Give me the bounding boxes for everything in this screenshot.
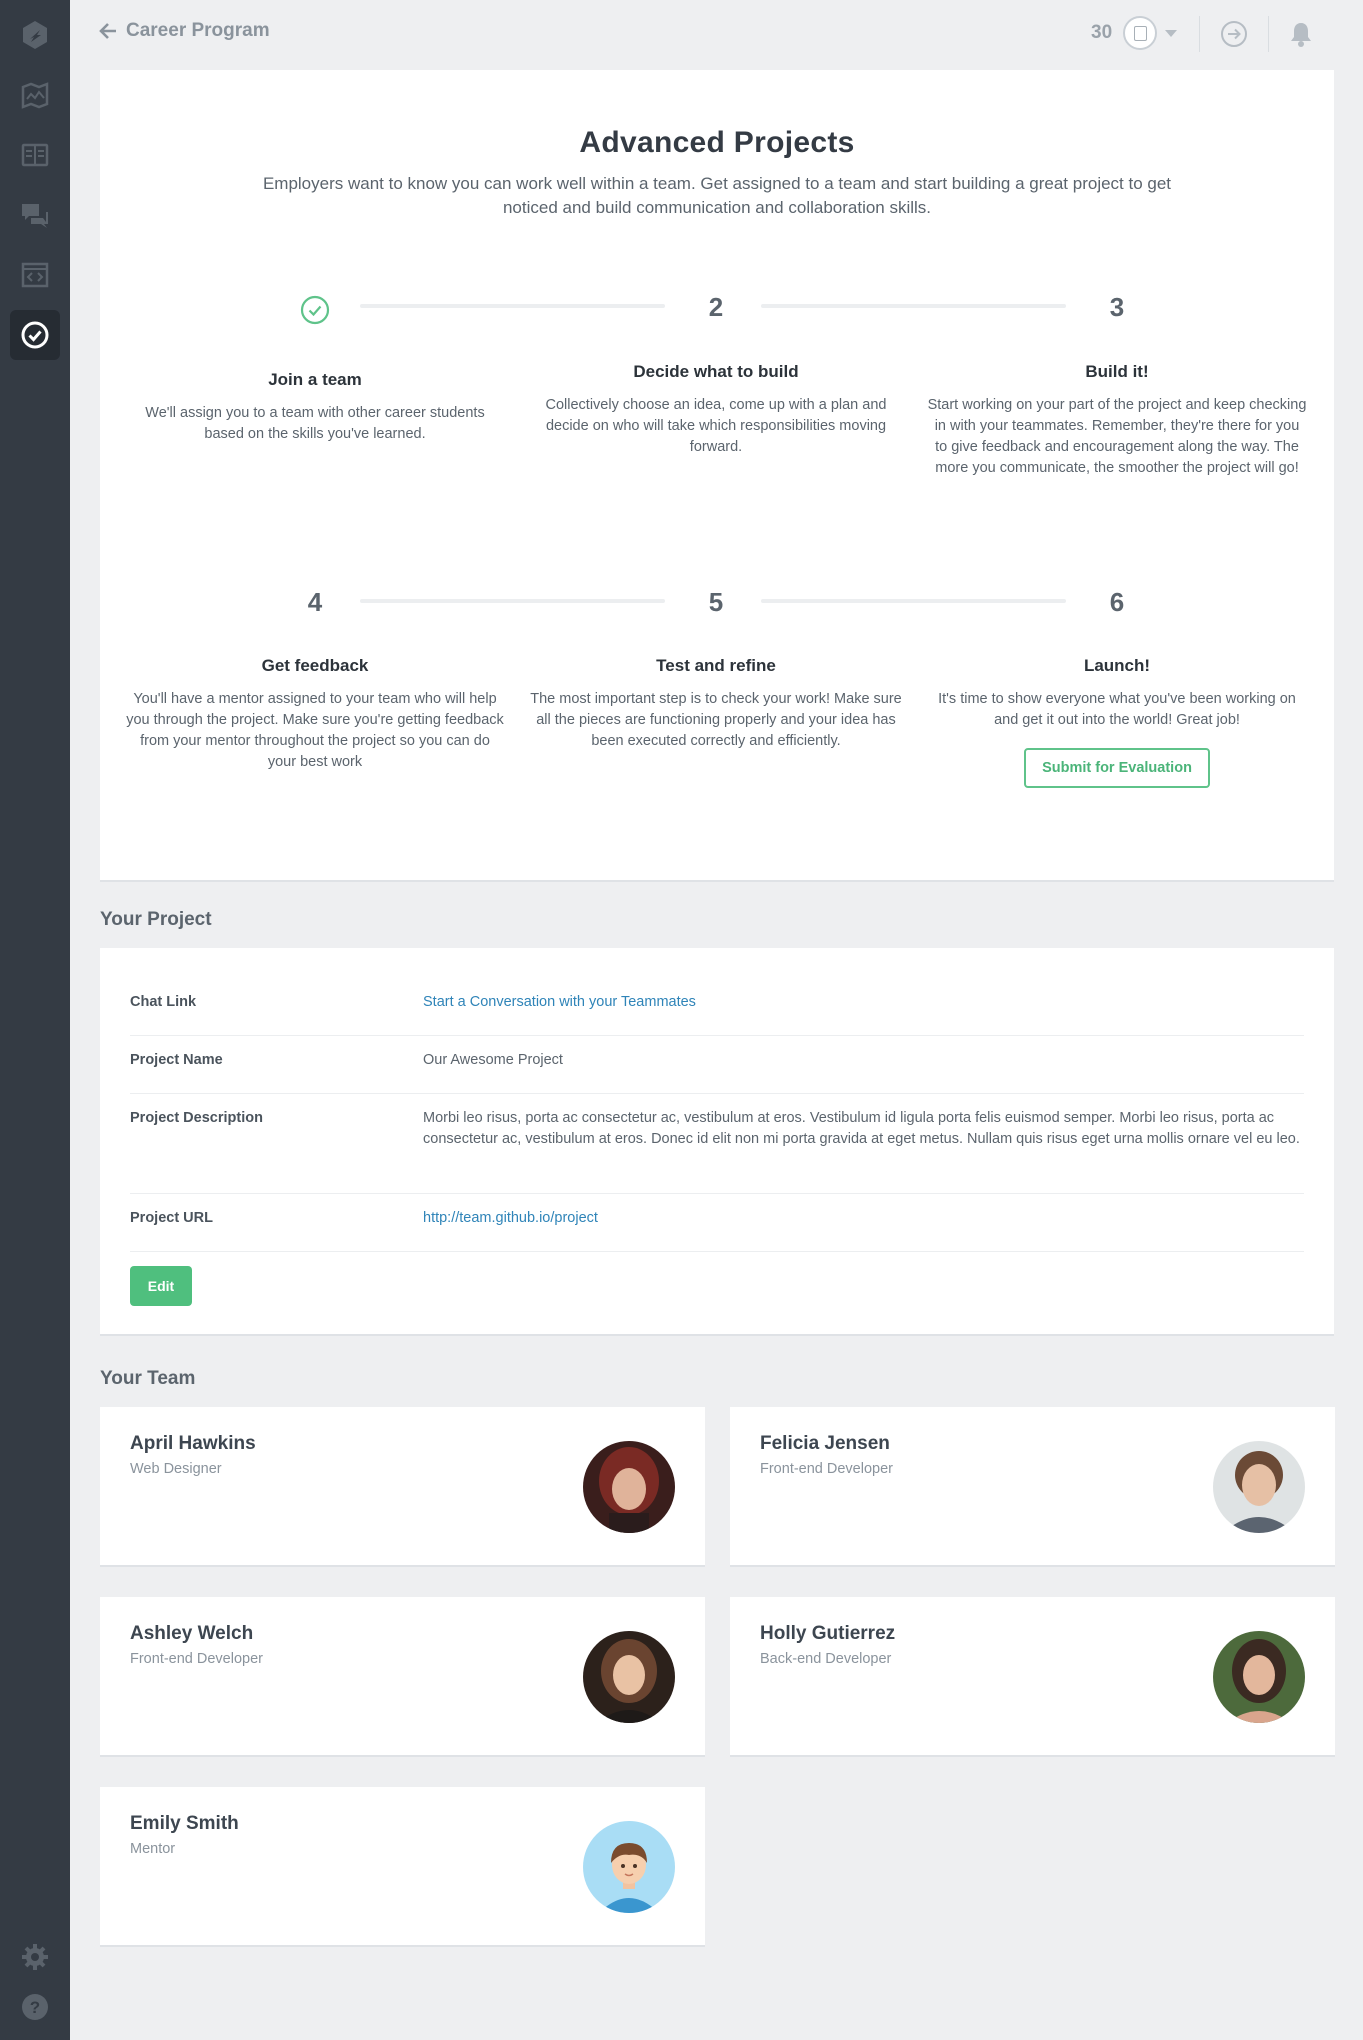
divider <box>1268 16 1269 52</box>
top-bar: Career Program 30 <box>70 0 1363 70</box>
project-row-url: Project URL http://team.github.io/projec… <box>130 1194 1304 1252</box>
user-avatar[interactable] <box>1123 16 1157 50</box>
page-subtitle: Employers want to know you can work well… <box>262 174 1172 217</box>
page-title: Advanced Projects <box>579 126 855 159</box>
sidebar: ? <box>0 0 70 2040</box>
project-row-chat-link: Chat Link Start a Conversation with your… <box>130 978 1304 1036</box>
team-member-card[interactable]: Ashley Welch Front-end Developer <box>100 1597 705 1757</box>
step-number: 5 <box>708 587 724 617</box>
member-role: Front-end Developer <box>760 1461 893 1477</box>
project-row-name: Project Name Our Awesome Project <box>130 1036 1304 1094</box>
step-number: 4 <box>307 587 323 617</box>
team-member-card[interactable]: Holly Gutierrez Back-end Developer <box>730 1597 1335 1757</box>
chat-icon[interactable] <box>10 190 60 240</box>
map-icon[interactable] <box>10 70 60 120</box>
help-icon[interactable]: ? <box>10 1982 60 2032</box>
step-title: Decide what to build <box>633 362 799 381</box>
step-description: We'll assign you to a team with other ca… <box>145 405 485 442</box>
step-title: Get feedback <box>261 656 369 675</box>
project-row-description: Project Description Morbi leo risus, por… <box>130 1094 1304 1194</box>
gear-icon[interactable] <box>10 1932 60 1982</box>
member-avatar <box>1213 1631 1305 1723</box>
step-title: Test and refine <box>656 656 776 675</box>
member-name: Ashley Welch <box>130 1623 254 1644</box>
member-avatar <box>583 1821 675 1913</box>
advanced-projects-card: Advanced Projects Employers want to know… <box>100 70 1334 882</box>
step-title: Launch! <box>1083 656 1151 675</box>
row-label: Project URL <box>130 1210 213 1226</box>
arrow-left-icon <box>99 23 116 39</box>
project-card: Chat Link Start a Conversation with your… <box>100 948 1334 1336</box>
svg-text:?: ? <box>30 1998 40 2017</box>
step-title: Build it! <box>1085 362 1149 381</box>
member-name: April Hawkins <box>130 1433 256 1454</box>
team-member-card[interactable]: Felicia Jensen Front-end Developer <box>730 1407 1335 1567</box>
code-icon[interactable] <box>10 250 60 300</box>
image-placeholder-icon <box>1134 26 1147 41</box>
step-number: 3 <box>1109 292 1125 322</box>
project-description-value: Morbi leo risus, porta ac consectetur ac… <box>423 1110 1300 1147</box>
member-role: Mentor <box>130 1841 176 1857</box>
submit-for-evaluation-button[interactable]: Submit for Evaluation <box>1024 748 1210 788</box>
divider <box>1199 16 1200 52</box>
member-name: Felicia Jensen <box>760 1433 890 1454</box>
member-role: Web Designer <box>130 1461 222 1477</box>
bell-icon[interactable] <box>1285 18 1317 50</box>
completed-check-icon <box>300 295 330 325</box>
team-member-card[interactable]: Emily Smith Mentor <box>100 1787 705 1947</box>
step-connector <box>761 304 1066 308</box>
step-number: 2 <box>708 292 724 322</box>
member-name: Holly Gutierrez <box>760 1623 896 1644</box>
step-title: Join a team <box>268 370 362 389</box>
edit-button[interactable]: Edit <box>130 1266 192 1306</box>
chat-link[interactable]: Start a Conversation with your Teammates <box>423 992 1303 1013</box>
member-avatar <box>583 1631 675 1723</box>
step-description: Collectively choose an idea, come up wit… <box>545 397 887 455</box>
member-name: Emily Smith <box>130 1813 239 1834</box>
your-team-heading: Your Team <box>100 1368 196 1389</box>
row-label: Project Name <box>130 1052 223 1068</box>
step-description: The most important step is to check your… <box>530 691 902 749</box>
step-description: Start working on your part of the projec… <box>927 397 1307 476</box>
member-avatar <box>583 1441 675 1533</box>
book-icon[interactable] <box>10 130 60 180</box>
project-url-link[interactable]: http://team.github.io/project <box>423 1208 1303 1229</box>
team-member-card[interactable]: April Hawkins Web Designer <box>100 1407 705 1567</box>
logo-icon[interactable] <box>10 10 60 60</box>
chevron-down-icon[interactable] <box>1165 30 1177 37</box>
step-description: It's time to show everyone what you've b… <box>938 691 1296 728</box>
step-connector <box>360 599 665 603</box>
step-connector <box>360 304 665 308</box>
member-role: Front-end Developer <box>130 1651 263 1667</box>
step-description: You'll have a mentor assigned to your te… <box>126 691 504 770</box>
arrow-right-circle-icon[interactable] <box>1218 18 1250 50</box>
member-role: Back-end Developer <box>760 1651 892 1667</box>
points-counter: 30 <box>1091 22 1113 43</box>
back-link-label: Career Program <box>126 20 270 41</box>
back-link[interactable]: Career Program <box>98 20 270 42</box>
member-avatar <box>1213 1441 1305 1533</box>
row-label: Project Description <box>130 1110 263 1126</box>
step-connector <box>761 599 1066 603</box>
your-project-heading: Your Project <box>100 909 212 930</box>
row-label: Chat Link <box>130 994 197 1010</box>
check-circle-icon[interactable] <box>10 310 60 360</box>
project-name-value: Our Awesome Project <box>423 1052 563 1068</box>
step-number: 6 <box>1109 587 1125 617</box>
